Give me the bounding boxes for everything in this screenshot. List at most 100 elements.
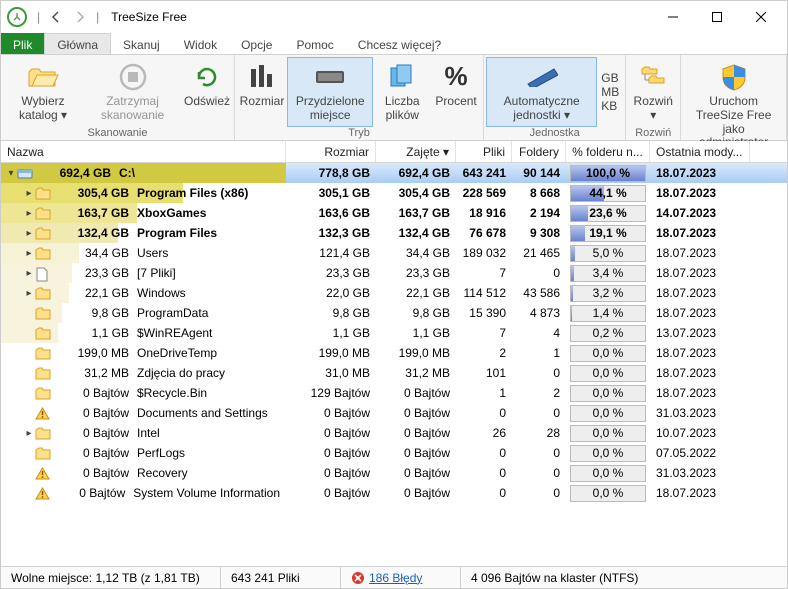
table-row[interactable]: ▸305,4 GBProgram Files (x86)305,1 GB305,… (1, 183, 787, 203)
table-row[interactable]: 0 BajtówRecovery0 Bajtów0 Bajtów000,0 %3… (1, 463, 787, 483)
expander-icon[interactable]: ▸ (23, 268, 35, 279)
col-name[interactable]: Nazwa (1, 141, 286, 162)
cell-folders: 0 (512, 443, 566, 463)
cell-date: 18.07.2023 (650, 303, 750, 323)
table-row[interactable]: 0 Bajtów$Recycle.Bin129 Bajtów0 Bajtów12… (1, 383, 787, 403)
cell-size: 132,3 GB (286, 223, 376, 243)
col-folders[interactable]: Foldery (512, 141, 566, 162)
status-errors-link[interactable]: 186 Błędy (369, 571, 422, 585)
menu-scan[interactable]: Skanuj (111, 33, 172, 54)
status-errors[interactable]: 186 Błędy (341, 567, 461, 588)
cell-files: 76 678 (456, 223, 512, 243)
expander-icon[interactable]: ▸ (23, 208, 35, 219)
cell-percent: 0,0 % (566, 343, 650, 363)
file-tree-grid[interactable]: ▾692,4 GBC:\778,8 GB692,4 GB643 24190 14… (1, 163, 787, 566)
back-button[interactable] (44, 5, 68, 29)
table-row[interactable]: 0 BajtówPerfLogs0 Bajtów0 Bajtów000,0 %0… (1, 443, 787, 463)
table-row[interactable]: 1,1 GB$WinREAgent1,1 GB1,1 GB740,2 %13.0… (1, 323, 787, 343)
cell-date: 18.07.2023 (650, 243, 750, 263)
col-date[interactable]: Ostatnia mody... (650, 141, 750, 162)
auto-units-button[interactable]: Automatyczne jednostki ▾ (486, 57, 597, 127)
cell-files: 101 (456, 363, 512, 383)
cell-size: 163,6 GB (286, 203, 376, 223)
warning-icon (35, 487, 50, 500)
folder-icon (35, 427, 51, 440)
cell-name: 0 BajtówPerfLogs (1, 443, 286, 463)
cell-date: 18.07.2023 (650, 223, 750, 243)
table-row[interactable]: 9,8 GBProgramData9,8 GB9,8 GB15 3904 873… (1, 303, 787, 323)
menu-home[interactable]: Główna (44, 33, 111, 54)
ruler-icon (526, 61, 558, 93)
unit-mb-button[interactable]: MB (601, 85, 619, 99)
expander-icon[interactable]: ▸ (23, 428, 35, 439)
col-used[interactable]: Zajęte ▾ (376, 141, 456, 162)
table-row[interactable]: ▸132,4 GBProgram Files132,3 GB132,4 GB76… (1, 223, 787, 243)
table-row[interactable]: 0 BajtówDocuments and Settings0 Bajtów0 … (1, 403, 787, 423)
minimize-button[interactable] (651, 1, 695, 33)
cell-percent: 0,0 % (566, 403, 650, 423)
cell-folders: 4 (512, 323, 566, 343)
menu-more[interactable]: Chcesz więcej? (346, 33, 453, 54)
menu-help[interactable]: Pomoc (284, 33, 345, 54)
table-row[interactable]: ▸0 BajtówIntel0 Bajtów0 Bajtów26280,0 %1… (1, 423, 787, 443)
mode-allocated-button[interactable]: Przydzielone miejsce (287, 57, 373, 127)
table-row[interactable]: 199,0 MBOneDriveTemp199,0 MB199,0 MB210,… (1, 343, 787, 363)
bars-icon (246, 61, 278, 93)
row-size-inline: 0 Bajtów (57, 386, 129, 400)
mode-filecount-label: Liczba plików (377, 95, 427, 123)
menu-view[interactable]: Widok (172, 33, 229, 54)
table-row[interactable]: ▸163,7 GBXboxGames163,6 GB163,7 GB18 916… (1, 203, 787, 223)
menu-options[interactable]: Opcje (229, 33, 284, 54)
unit-gb-button[interactable]: GB (601, 71, 619, 85)
cell-folders: 43 586 (512, 283, 566, 303)
mode-filecount-button[interactable]: Liczba plików (373, 57, 431, 127)
expand-group-label: Rozwiń (628, 127, 678, 140)
forward-button[interactable] (68, 5, 92, 29)
folder-icon (35, 387, 51, 400)
row-name-label: Intel (137, 426, 160, 440)
cell-folders: 1 (512, 343, 566, 363)
mode-size-button[interactable]: Rozmiar (237, 57, 287, 127)
close-button[interactable] (739, 1, 783, 33)
folder-icon (35, 327, 51, 340)
expand-button[interactable]: Rozwiń ▾ (628, 57, 678, 127)
menu-file[interactable]: Plik (1, 33, 44, 54)
cell-used: 0 Bajtów (376, 443, 456, 463)
col-files[interactable]: Pliki (456, 141, 512, 162)
table-row[interactable]: ▸23,3 GB[7 Pliki]23,3 GB23,3 GB703,4 %18… (1, 263, 787, 283)
cell-percent: 0,0 % (566, 383, 650, 403)
cell-date: 18.07.2023 (650, 343, 750, 363)
expander-icon[interactable]: ▸ (23, 228, 35, 239)
table-row[interactable]: 0 BajtówSystem Volume Information0 Bajtó… (1, 483, 787, 503)
expander-icon[interactable]: ▸ (23, 248, 35, 259)
cell-files: 15 390 (456, 303, 512, 323)
tree-expand-icon (637, 61, 669, 93)
expander-icon[interactable]: ▾ (5, 168, 17, 179)
run-as-admin-button[interactable]: Uruchom TreeSize Free jako administrator (683, 57, 784, 150)
select-directory-button[interactable]: Wybierz katalog ▾ (3, 57, 83, 127)
cell-name: 9,8 GBProgramData (1, 303, 286, 323)
table-row[interactable]: ▸34,4 GBUsers121,4 GB34,4 GB189 03221 46… (1, 243, 787, 263)
row-size-inline: 692,4 GB (39, 166, 111, 180)
maximize-button[interactable] (695, 1, 739, 33)
folder-icon (35, 307, 51, 320)
col-size[interactable]: Rozmiar (286, 141, 376, 162)
auto-units-label: Automatyczne jednostki ▾ (490, 95, 593, 123)
row-name-label: C:\ (119, 166, 135, 180)
row-size-inline: 9,8 GB (57, 306, 129, 320)
mode-allocated-label: Przydzielone miejsce (291, 95, 369, 123)
col-pct[interactable]: % folderu n... (566, 141, 650, 162)
table-row[interactable]: 31,2 MBZdjęcia do pracy31,0 MB31,2 MB101… (1, 363, 787, 383)
expander-icon[interactable]: ▸ (23, 288, 35, 299)
cell-used: 199,0 MB (376, 343, 456, 363)
unit-kb-button[interactable]: KB (601, 99, 619, 113)
mode-percent-button[interactable]: % Procent (431, 57, 481, 127)
refresh-button[interactable]: Odśwież (182, 57, 232, 127)
cell-name: 31,2 MBZdjęcia do pracy (1, 363, 286, 383)
table-row[interactable]: ▸22,1 GBWindows22,0 GB22,1 GB114 51243 5… (1, 283, 787, 303)
expander-icon[interactable]: ▸ (23, 188, 35, 199)
table-row[interactable]: ▾692,4 GBC:\778,8 GB692,4 GB643 24190 14… (1, 163, 787, 183)
row-name-label: $Recycle.Bin (137, 386, 207, 400)
row-size-inline: 0 Bajtów (57, 446, 129, 460)
stop-scan-button[interactable]: Zatrzymaj skanowanie (83, 57, 182, 127)
